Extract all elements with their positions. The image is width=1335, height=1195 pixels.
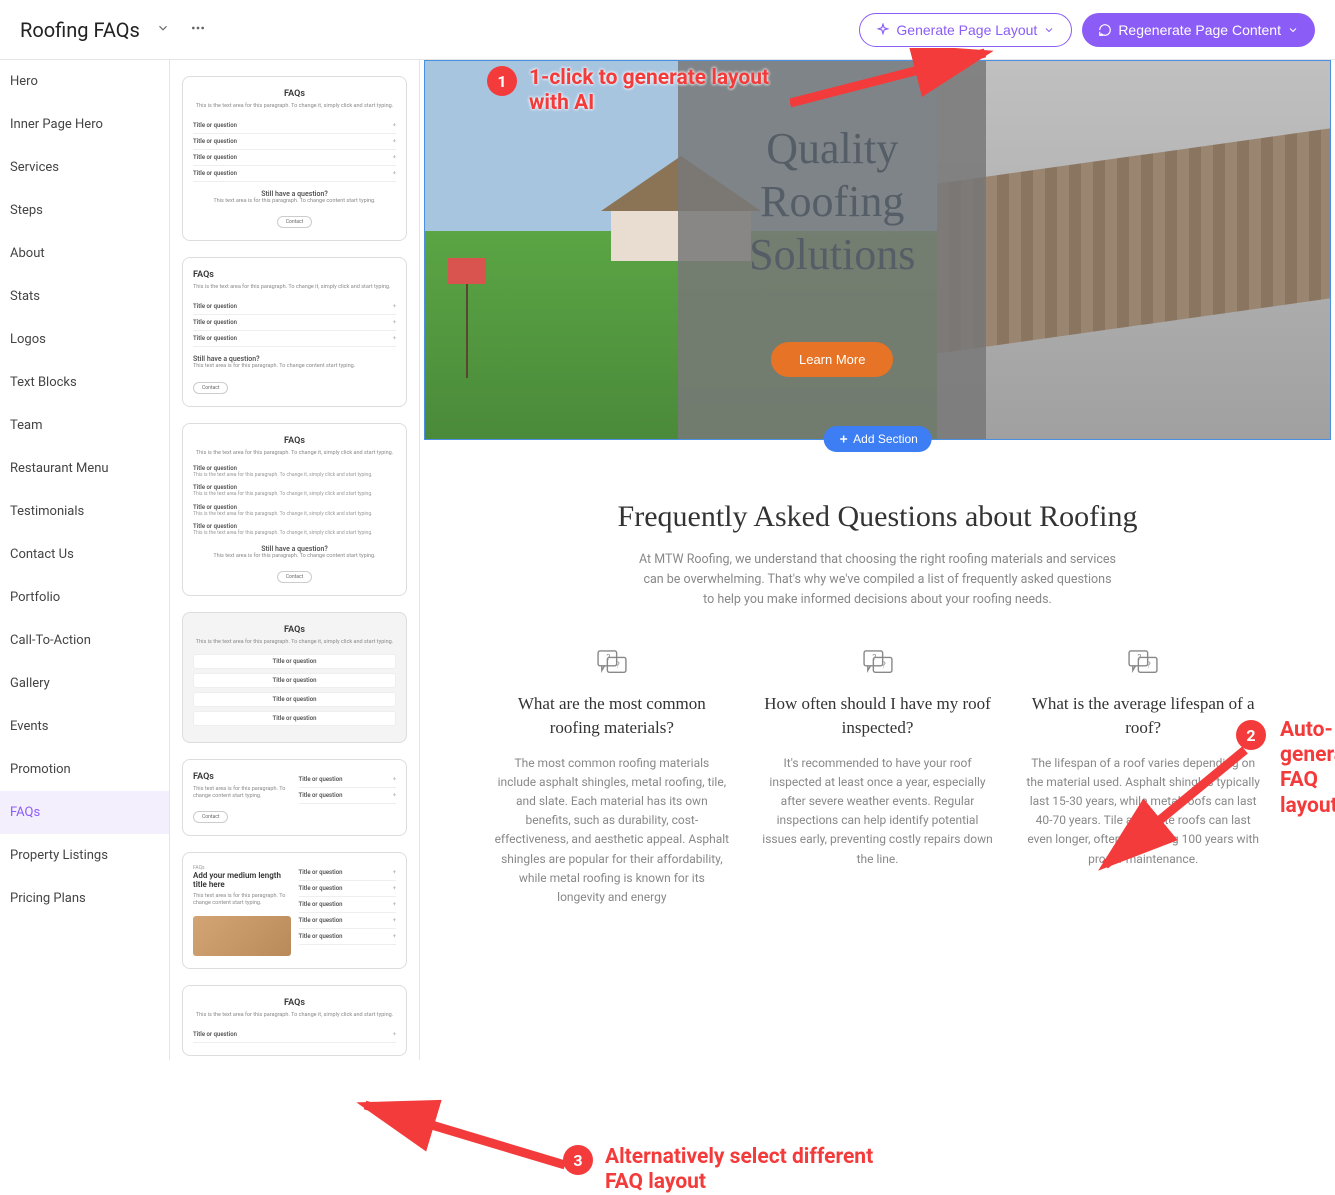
- sidebar-item-faqs[interactable]: FAQs: [0, 791, 169, 834]
- chat-question-icon: ??: [863, 650, 893, 676]
- annotation-text: Alternatively select different FAQ layou…: [605, 1145, 895, 1195]
- faq-subtext: At MTW Roofing, we understand that choos…: [638, 550, 1118, 610]
- plus-icon: [837, 433, 849, 445]
- sidebar-item-team[interactable]: Team: [0, 404, 169, 447]
- chat-question-icon: ??: [1128, 650, 1158, 676]
- sidebar-item-gallery[interactable]: Gallery: [0, 662, 169, 705]
- faq-question: How often should I have my roof inspecte…: [760, 692, 996, 740]
- sidebar-item-logos[interactable]: Logos: [0, 318, 169, 361]
- add-section-button[interactable]: Add Section: [823, 426, 932, 452]
- chevron-down-icon: [156, 21, 170, 35]
- chevron-down-icon: [1287, 24, 1299, 36]
- generate-layout-button[interactable]: Generate Page Layout: [859, 13, 1072, 47]
- sidebar-item-stats[interactable]: Stats: [0, 275, 169, 318]
- faq-answer: The lifespan of a roof varies depending …: [1025, 754, 1261, 869]
- sidebar-item-pricing-plans[interactable]: Pricing Plans: [0, 877, 169, 920]
- template-title: FAQs: [193, 89, 396, 99]
- chevron-down-icon: [1043, 24, 1055, 36]
- refresh-icon: [1098, 23, 1112, 37]
- template-faq-3[interactable]: FAQs This is the text area for this para…: [182, 423, 407, 596]
- sidebar-item-contact-us[interactable]: Contact Us: [0, 533, 169, 576]
- annotation-3: 3 Alternatively select different FAQ lay…: [563, 1145, 895, 1195]
- sidebar-item-about[interactable]: About: [0, 232, 169, 275]
- generate-layout-label: Generate Page Layout: [896, 22, 1037, 38]
- faq-grid: ?? What are the most common roofing mate…: [494, 650, 1261, 907]
- hero-title: Quality Roofing Solutions: [749, 123, 915, 281]
- hero-section[interactable]: Quality Roofing Solutions Learn More Add…: [424, 60, 1331, 440]
- svg-text:?: ?: [1147, 661, 1151, 671]
- sidebar-item-promotion[interactable]: Promotion: [0, 748, 169, 791]
- sidebar-item-restaurant-menu[interactable]: Restaurant Menu: [0, 447, 169, 490]
- canvas: Quality Roofing Solutions Learn More Add…: [420, 60, 1335, 1060]
- faq-answer: The most common roofing materials includ…: [494, 754, 730, 908]
- template-image: [193, 916, 291, 956]
- template-faq-2[interactable]: FAQs This is the text area for this para…: [182, 257, 407, 406]
- faq-section[interactable]: Frequently Asked Questions about Roofing…: [424, 440, 1331, 927]
- template-faq-4[interactable]: FAQs This is the text area for this para…: [182, 612, 407, 743]
- sidebar-item-portfolio[interactable]: Portfolio: [0, 576, 169, 619]
- svg-text:?: ?: [872, 653, 876, 663]
- chat-question-icon: ??: [597, 650, 627, 676]
- template-sidebar: FAQs This is the text area for this para…: [170, 60, 420, 1060]
- annotation-arrow-3: [355, 1095, 575, 1175]
- faq-item: ?? What are the most common roofing mate…: [494, 650, 730, 907]
- faq-question: What is the average lifespan of a roof?: [1025, 692, 1261, 740]
- annotation-badge: 3: [563, 1145, 593, 1175]
- template-faq-7[interactable]: FAQs This is the text area for this para…: [182, 985, 407, 1056]
- regenerate-content-button[interactable]: Regenerate Page Content: [1082, 13, 1315, 47]
- svg-text:?: ?: [881, 661, 885, 671]
- faq-answer: It's recommended to have your roof inspe…: [760, 754, 996, 869]
- sidebar-item-steps[interactable]: Steps: [0, 189, 169, 232]
- svg-text:?: ?: [1138, 653, 1142, 663]
- sidebar-item-services[interactable]: Services: [0, 146, 169, 189]
- sparkle-icon: [876, 23, 890, 37]
- more-options-button[interactable]: [186, 16, 210, 43]
- template-faq-6[interactable]: FAQs Add your medium length title here T…: [182, 852, 407, 968]
- regenerate-content-label: Regenerate Page Content: [1118, 22, 1281, 38]
- category-sidebar: Hero Inner Page Hero Services Steps Abou…: [0, 60, 170, 1060]
- sidebar-item-inner-hero[interactable]: Inner Page Hero: [0, 103, 169, 146]
- page-title-dropdown[interactable]: [152, 17, 174, 42]
- template-faq-5[interactable]: FAQs This text area is for this paragrap…: [182, 759, 407, 836]
- svg-text:?: ?: [616, 661, 620, 671]
- sidebar-item-cta[interactable]: Call-To-Action: [0, 619, 169, 662]
- topbar-right: Generate Page Layout Regenerate Page Con…: [859, 13, 1315, 47]
- topbar-left: Roofing FAQs: [20, 16, 210, 43]
- faq-question: What are the most common roofing materia…: [494, 692, 730, 740]
- ellipsis-icon: [190, 20, 206, 36]
- sidebar-item-hero[interactable]: Hero: [0, 60, 169, 103]
- faq-heading: Frequently Asked Questions about Roofing: [494, 500, 1261, 534]
- template-sub: This is the text area for this paragraph…: [193, 103, 396, 110]
- faq-item: ?? How often should I have my roof inspe…: [760, 650, 996, 907]
- sidebar-item-testimonials[interactable]: Testimonials: [0, 490, 169, 533]
- template-faq-1[interactable]: FAQs This is the text area for this para…: [182, 76, 407, 241]
- sidebar-item-text-blocks[interactable]: Text Blocks: [0, 361, 169, 404]
- learn-more-button[interactable]: Learn More: [771, 342, 893, 377]
- sidebar-item-events[interactable]: Events: [0, 705, 169, 748]
- hero-image-right: [937, 61, 1330, 439]
- hero-overlay: Quality Roofing Solutions Learn More: [678, 61, 986, 439]
- svg-text:?: ?: [606, 653, 610, 663]
- topbar: Roofing FAQs Generate Page Layout Regene…: [0, 0, 1335, 60]
- main-layout: Hero Inner Page Hero Services Steps Abou…: [0, 60, 1335, 1060]
- for-sale-sign: [466, 258, 468, 378]
- page-title: Roofing FAQs: [20, 18, 140, 42]
- faq-item: ?? What is the average lifespan of a roo…: [1025, 650, 1261, 907]
- sidebar-item-property-listings[interactable]: Property Listings: [0, 834, 169, 877]
